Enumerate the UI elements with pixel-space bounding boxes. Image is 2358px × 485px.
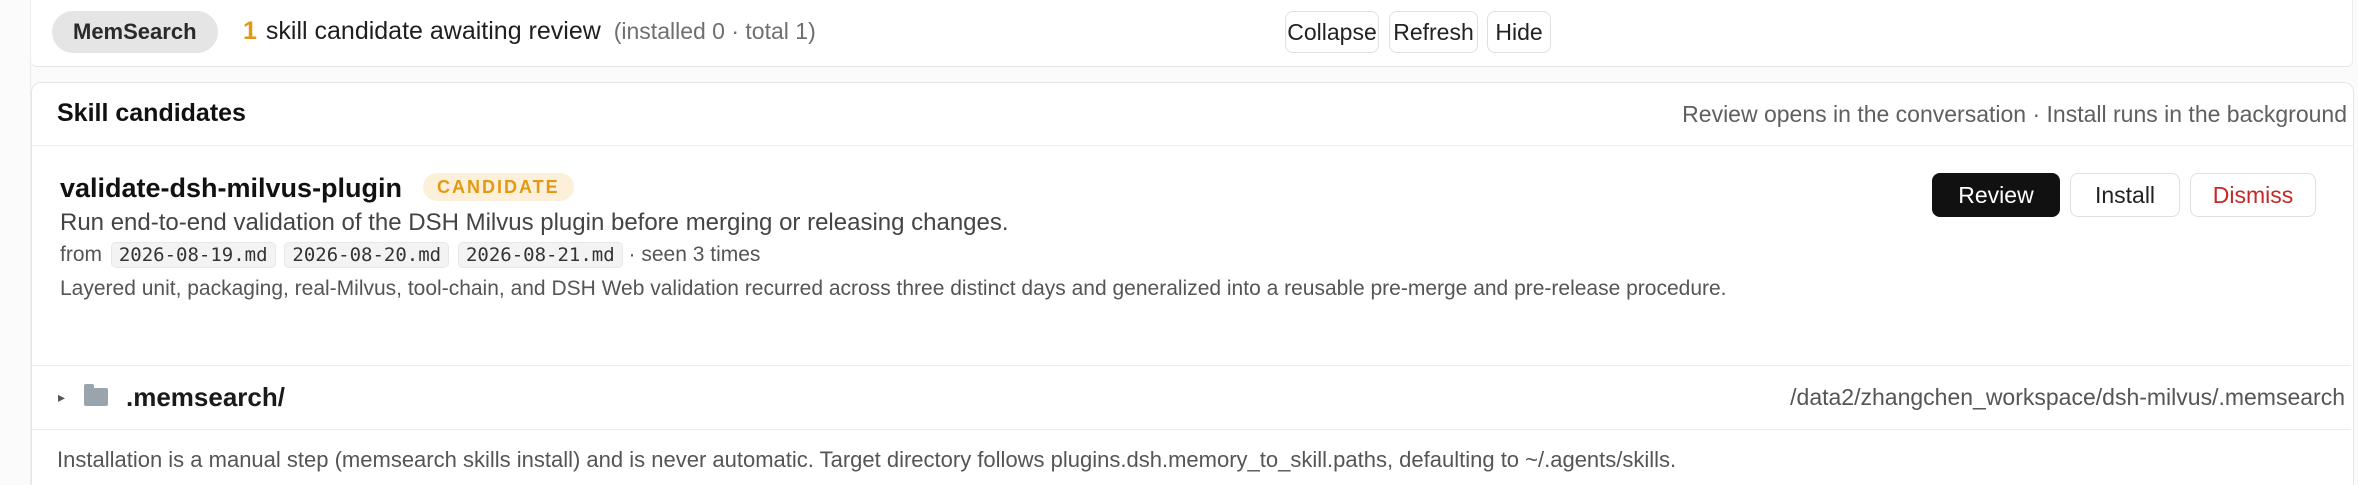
install-button[interactable]: Install — [2070, 173, 2180, 217]
from-label: from — [60, 243, 102, 266]
source-file: 2026-08-20.md — [284, 242, 450, 268]
candidate-summary: 1 skill candidate awaiting review (instal… — [243, 17, 816, 46]
skill-candidates-panel: Skill candidates Review opens in the con… — [31, 82, 2354, 485]
candidate-sources: from 2026-08-19.md 2026-08-20.md 2026-08… — [60, 242, 760, 268]
folder-path: /data2/zhangchen_workspace/dsh-milvus/.m… — [1790, 384, 2345, 410]
review-button[interactable]: Review — [1932, 173, 2060, 217]
candidate-description: Run end-to-end validation of the DSH Mil… — [60, 209, 1009, 236]
candidate-count: 1 — [243, 17, 257, 45]
summary-totals: (installed 0 · total 1) — [613, 18, 816, 44]
dismiss-button[interactable]: Dismiss — [2190, 173, 2316, 217]
candidate-badge: CANDIDATE — [423, 173, 574, 201]
review-banner: MemSearch 1 skill candidate awaiting revi… — [31, 0, 2353, 67]
collapse-button[interactable]: Collapse — [1285, 11, 1379, 53]
install-footnote: Installation is a manual step (memsearch… — [57, 447, 1677, 472]
memsearch-folder-row[interactable]: ▸ .memsearch/ /data2/zhangchen_workspace… — [32, 365, 2351, 430]
candidate-name: validate-dsh-milvus-plugin — [60, 173, 403, 203]
panel-note: Review opens in the conversation · Insta… — [1682, 101, 2347, 127]
source-file: 2026-08-19.md — [110, 242, 276, 268]
hide-button[interactable]: Hide — [1487, 11, 1551, 53]
panel-title: Skill candidates — [57, 99, 246, 127]
candidate-reason: Layered unit, packaging, real-Milvus, to… — [60, 277, 1727, 300]
source-file: 2026-08-21.md — [457, 242, 623, 268]
refresh-button[interactable]: Refresh — [1389, 11, 1478, 53]
seen-count: · seen 3 times — [628, 243, 761, 266]
panel-header: Skill candidates Review opens in the con… — [32, 83, 2353, 146]
summary-text: skill candidate awaiting review — [265, 17, 601, 45]
folder-icon — [84, 384, 108, 406]
folder-name: .memsearch/ — [126, 382, 285, 412]
expand-caret-icon[interactable]: ▸ — [58, 389, 65, 406]
memsearch-pill[interactable]: MemSearch — [52, 11, 218, 53]
